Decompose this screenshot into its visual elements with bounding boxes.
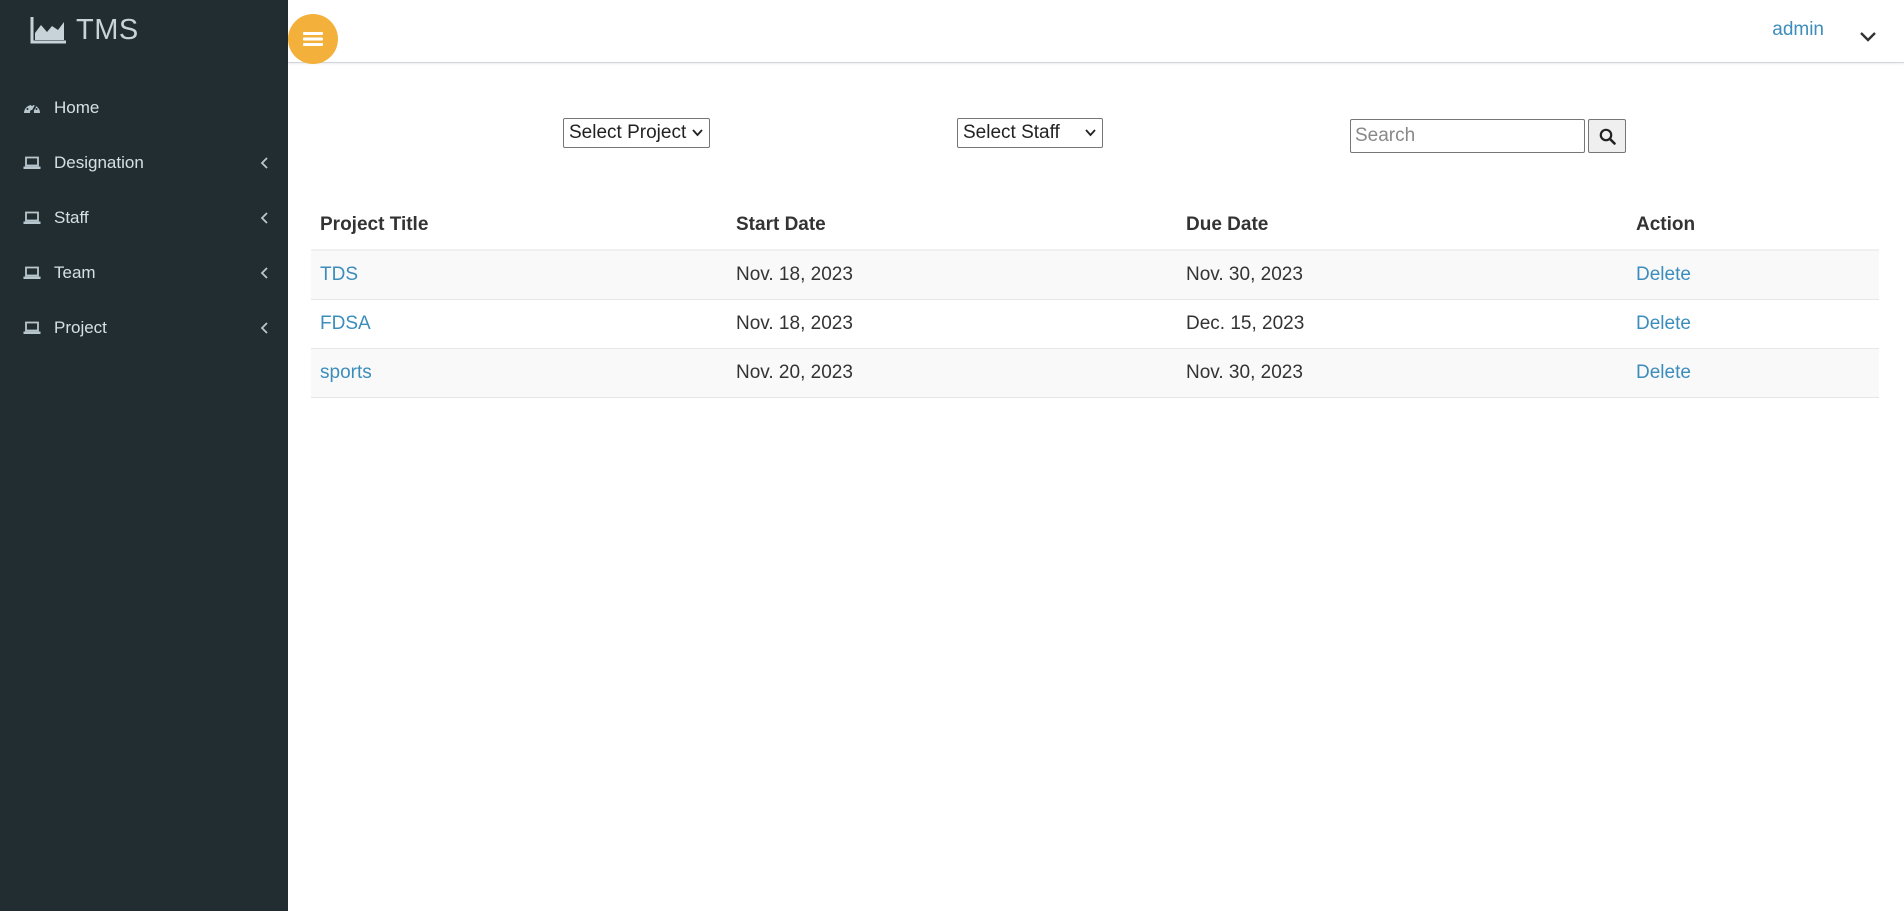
- table-row: TDS Nov. 18, 2023 Nov. 30, 2023 Delete: [311, 250, 1879, 300]
- staff-select-value: Select Staff: [963, 122, 1060, 143]
- sidebar-item-home[interactable]: Home: [0, 80, 288, 135]
- chevron-down-icon: [1085, 129, 1096, 137]
- projects-table: Project Title Start Date Due Date Action…: [311, 200, 1879, 398]
- laptop-icon: [22, 320, 42, 336]
- column-header-due-date[interactable]: Due Date: [1177, 200, 1627, 251]
- sidebar-item-designation[interactable]: Designation: [0, 135, 288, 190]
- search-button[interactable]: [1588, 119, 1626, 153]
- sidebar-item-label: Staff: [54, 207, 89, 227]
- brand[interactable]: TMS: [30, 10, 139, 50]
- sidebar-toggle-button[interactable]: [288, 14, 338, 64]
- filter-bar: Select Project Select Staff: [288, 118, 1904, 154]
- project-select-value: Select Project: [569, 122, 687, 143]
- action-cell: Delete: [1627, 348, 1879, 398]
- sidebar-item-staff[interactable]: Staff: [0, 190, 288, 245]
- sidebar-item-label: Home: [54, 97, 100, 117]
- sidebar-item-label: Team: [54, 262, 96, 282]
- due-date-cell: Nov. 30, 2023: [1177, 348, 1627, 398]
- table-row: FDSA Nov. 18, 2023 Dec. 15, 2023 Delete: [311, 299, 1879, 349]
- project-title-cell: FDSA: [311, 299, 727, 349]
- start-date-cell: Nov. 18, 2023: [727, 299, 1177, 349]
- staff-select[interactable]: Select Staff: [957, 118, 1103, 148]
- top-navbar: admin: [288, 0, 1904, 63]
- project-link[interactable]: FDSA: [320, 313, 371, 334]
- dashboard-icon: [22, 100, 42, 116]
- due-date-cell: Nov. 30, 2023: [1177, 250, 1627, 300]
- laptop-icon: [22, 155, 42, 171]
- sidebar: TMS Home Designation Staff Team Project: [0, 0, 288, 911]
- project-title-cell: TDS: [311, 250, 727, 300]
- start-date-cell: Nov. 20, 2023: [727, 348, 1177, 398]
- area-chart-icon: [30, 17, 66, 44]
- chevron-left-icon: [260, 211, 268, 224]
- sidebar-item-label: Project: [54, 317, 107, 337]
- chevron-left-icon: [260, 321, 268, 334]
- sidebar-item-label: Designation: [54, 152, 144, 172]
- due-date-cell: Dec. 15, 2023: [1177, 299, 1627, 349]
- project-link[interactable]: sports: [320, 362, 372, 383]
- table-header-row: Project Title Start Date Due Date Action: [311, 200, 1879, 251]
- column-header-action: Action: [1627, 200, 1879, 251]
- chevron-down-icon: [692, 129, 703, 137]
- laptop-icon: [22, 265, 42, 281]
- chevron-left-icon: [260, 266, 268, 279]
- delete-link[interactable]: Delete: [1636, 264, 1691, 285]
- action-cell: Delete: [1627, 299, 1879, 349]
- chevron-down-icon[interactable]: [1858, 30, 1878, 44]
- table-row: sports Nov. 20, 2023 Nov. 30, 2023 Delet…: [311, 348, 1879, 398]
- delete-link[interactable]: Delete: [1636, 362, 1691, 383]
- search-input[interactable]: [1350, 119, 1585, 153]
- laptop-icon: [22, 210, 42, 226]
- chevron-left-icon: [260, 156, 268, 169]
- project-select[interactable]: Select Project: [563, 118, 710, 148]
- column-header-start-date[interactable]: Start Date: [727, 200, 1177, 251]
- user-menu-name[interactable]: admin: [1772, 19, 1824, 41]
- delete-link[interactable]: Delete: [1636, 313, 1691, 334]
- sidebar-nav: Home Designation Staff Team Project: [0, 80, 288, 355]
- start-date-cell: Nov. 18, 2023: [727, 250, 1177, 300]
- project-title-cell: sports: [311, 348, 727, 398]
- sidebar-item-project[interactable]: Project: [0, 300, 288, 355]
- action-cell: Delete: [1627, 250, 1879, 300]
- brand-title: TMS: [76, 13, 139, 46]
- sidebar-item-team[interactable]: Team: [0, 245, 288, 300]
- search-icon: [1599, 128, 1616, 145]
- bars-icon: [303, 32, 323, 46]
- column-header-project-title[interactable]: Project Title: [311, 200, 727, 251]
- project-link[interactable]: TDS: [320, 264, 358, 285]
